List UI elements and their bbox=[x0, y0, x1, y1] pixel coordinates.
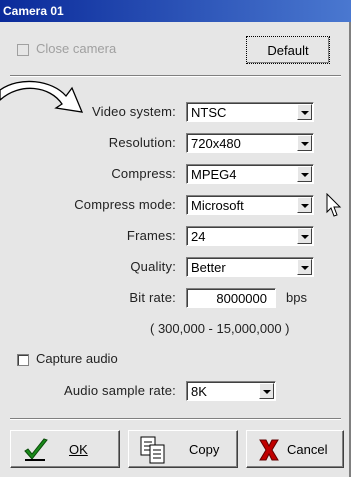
default-button[interactable]: Default bbox=[246, 36, 330, 64]
chevron-down-icon[interactable] bbox=[297, 104, 312, 120]
compress-select[interactable]: MPEG4 bbox=[186, 164, 314, 184]
chevron-down-icon[interactable] bbox=[297, 197, 312, 213]
resolution-value: 720x480 bbox=[191, 136, 241, 151]
frames-value: 24 bbox=[191, 229, 206, 244]
chevron-down-icon[interactable] bbox=[259, 383, 274, 399]
separator bbox=[10, 418, 341, 420]
video-system-select[interactable]: NTSC bbox=[186, 102, 314, 122]
chevron-down-icon[interactable] bbox=[297, 135, 312, 151]
resolution-label: Resolution: bbox=[108, 135, 176, 150]
video-system-label: Video system: bbox=[91, 104, 176, 119]
quality-value: Better bbox=[191, 260, 226, 275]
copy-icon bbox=[140, 436, 165, 464]
bit-rate-value: 8000000 bbox=[216, 291, 267, 306]
copy-button[interactable]: Copy bbox=[128, 430, 238, 468]
compress-value: MPEG4 bbox=[191, 167, 237, 182]
compress-label: Compress: bbox=[111, 166, 176, 181]
audio-sample-rate-value: 8K bbox=[191, 384, 207, 399]
copy-button-label: Copy bbox=[189, 442, 220, 457]
chevron-down-icon[interactable] bbox=[297, 259, 312, 275]
cancel-button-label: Cancel bbox=[287, 442, 328, 457]
compress-mode-label: Compress mode: bbox=[74, 197, 176, 212]
mouse-cursor-icon bbox=[326, 193, 342, 217]
bit-rate-label: Bit rate: bbox=[129, 290, 176, 305]
compress-mode-select[interactable]: Microsoft bbox=[186, 195, 314, 215]
quality-select[interactable]: Better bbox=[186, 257, 314, 277]
audio-sample-rate-select[interactable]: 8K bbox=[186, 381, 276, 401]
default-button-label: Default bbox=[267, 43, 309, 58]
chevron-down-icon[interactable] bbox=[297, 166, 312, 182]
checkmark-icon bbox=[24, 438, 48, 461]
close-camera-checkbox[interactable] bbox=[17, 44, 29, 56]
video-system-value: NTSC bbox=[191, 105, 227, 120]
quality-label: Quality: bbox=[130, 259, 176, 274]
capture-audio-checkbox[interactable] bbox=[17, 354, 29, 366]
capture-audio-label: Capture audio bbox=[36, 351, 118, 366]
audio-sample-rate-label: Audio sample rate: bbox=[64, 383, 176, 398]
compress-mode-value: Microsoft bbox=[191, 198, 244, 213]
cancel-button[interactable]: Cancel bbox=[246, 430, 344, 468]
separator bbox=[10, 75, 341, 77]
bit-rate-unit: bps bbox=[286, 290, 307, 305]
frames-select[interactable]: 24 bbox=[186, 226, 314, 246]
chevron-down-icon[interactable] bbox=[297, 228, 312, 244]
resolution-select[interactable]: 720x480 bbox=[186, 133, 314, 153]
bit-rate-range: ( 300,000 - 15,000,000 ) bbox=[150, 321, 290, 336]
bit-rate-input[interactable]: 8000000 bbox=[186, 288, 276, 308]
camera-settings-window: Camera 01 Close camera Default Video sys… bbox=[0, 0, 351, 477]
frames-label: Frames: bbox=[126, 228, 176, 243]
close-camera-label: Close camera bbox=[36, 41, 117, 56]
cancel-x-icon bbox=[259, 439, 279, 461]
ok-button-label: OK bbox=[69, 442, 88, 457]
window-title: Camera 01 bbox=[0, 0, 351, 22]
ok-button[interactable]: OK bbox=[10, 430, 120, 468]
